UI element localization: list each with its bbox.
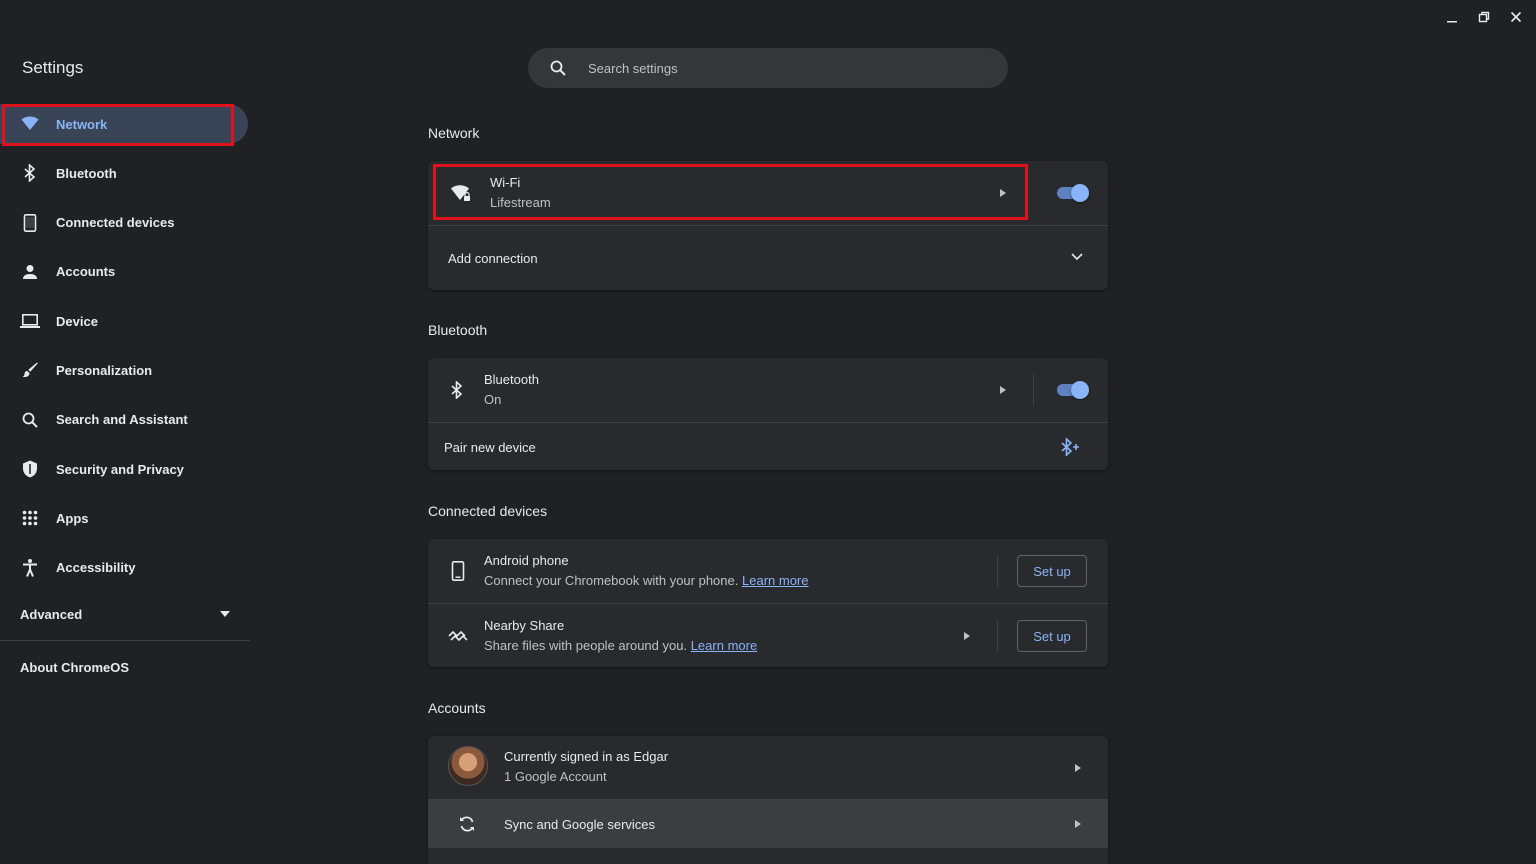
sync-label: Sync and Google services [504, 817, 656, 832]
sidebar-item-label: Personalization [56, 362, 153, 378]
window-controls [1438, 6, 1530, 28]
sidebar-item-label: Apps [56, 510, 89, 526]
vertical-separator [1033, 374, 1034, 406]
android-phone-description: Connect your Chromebook with your phone. [484, 573, 739, 588]
nearby-share-row[interactable]: Nearby Share Share files with people aro… [428, 603, 1108, 667]
section-title-bluetooth: Bluetooth [428, 322, 488, 338]
brush-icon [20, 360, 40, 380]
chevron-right-icon[interactable] [995, 382, 1011, 398]
chevron-right-icon[interactable] [1070, 760, 1086, 776]
shield-icon [20, 459, 40, 479]
phone-icon [20, 213, 40, 233]
sidebar-item-apps[interactable]: Apps [0, 498, 248, 538]
nearby-setup-button[interactable]: Set up [1017, 620, 1087, 652]
wifi-icon [20, 114, 40, 134]
vertical-separator [997, 620, 998, 652]
pair-new-device-row[interactable]: Pair new device [428, 422, 1108, 470]
advanced-toggle[interactable]: Advanced [0, 600, 248, 628]
sidebar-item-label: Accessibility [56, 560, 136, 576]
sidebar-item-label: Device [56, 313, 98, 329]
sync-icon [458, 815, 476, 833]
chevron-right-icon[interactable] [995, 185, 1011, 201]
search-icon [550, 60, 566, 76]
person-icon [20, 262, 40, 282]
apps-grid-icon [20, 508, 40, 528]
about-chromeos-link[interactable]: About ChromeOS [20, 660, 129, 675]
sidebar-item-label: Accounts [56, 264, 116, 280]
nearby-share-icon [448, 629, 468, 643]
wifi-toggle[interactable] [1055, 183, 1089, 203]
bluetooth-card: Bluetooth On Pair new device [428, 358, 1108, 470]
bluetooth-add-icon[interactable] [1060, 438, 1080, 456]
wifi-network-name: Lifestream [490, 195, 551, 210]
section-title-connected-devices: Connected devices [428, 503, 548, 519]
accessibility-icon [20, 558, 40, 578]
sidebar-item-label: Security and Privacy [56, 461, 184, 477]
sidebar-item-device[interactable]: Device [0, 301, 248, 341]
sidebar-item-label: Connected devices [56, 215, 175, 231]
connected-devices-card: Android phone Connect your Chromebook wi… [428, 539, 1108, 667]
close-icon[interactable] [1502, 6, 1530, 28]
sidebar: Network Bluetooth Connected devices Acco… [0, 104, 250, 597]
android-phone-label: Android phone [484, 553, 569, 568]
phone-icon [451, 561, 465, 581]
signed-in-row[interactable]: Currently signed in as Edgar 1 Google Ac… [428, 736, 1108, 799]
sidebar-item-label: Bluetooth [56, 165, 117, 181]
bluetooth-icon [450, 381, 464, 399]
sidebar-item-accessibility[interactable]: Accessibility [0, 548, 248, 588]
chevron-down-icon [1071, 253, 1083, 261]
account-count: 1 Google Account [504, 769, 607, 784]
bluetooth-icon [20, 163, 40, 183]
chevron-right-icon[interactable] [1070, 816, 1086, 832]
signed-in-label: Currently signed in as Edgar [504, 749, 669, 764]
sidebar-item-connected-devices[interactable]: Connected devices [0, 203, 248, 243]
sidebar-item-bluetooth[interactable]: Bluetooth [0, 153, 248, 193]
wifi-lock-icon [446, 183, 476, 203]
sidebar-item-personalization[interactable]: Personalization [0, 350, 248, 390]
android-phone-row: Android phone Connect your Chromebook wi… [428, 539, 1108, 603]
vertical-separator [997, 555, 998, 587]
wifi-row[interactable]: Wi-Fi Lifestream [428, 161, 1108, 225]
wifi-label: Wi-Fi [490, 175, 521, 190]
section-title-accounts: Accounts [428, 700, 486, 716]
nearby-share-description: Share files with people around you. [484, 638, 688, 653]
nearby-share-label: Nearby Share [484, 618, 565, 633]
section-title-network: Network [428, 125, 480, 141]
sidebar-item-security-and-privacy[interactable]: Security and Privacy [0, 449, 248, 489]
chevron-right-icon[interactable] [959, 628, 975, 644]
bluetooth-status: On [484, 392, 502, 407]
sidebar-item-label: Search and Assistant [56, 412, 188, 428]
pair-new-device-label: Pair new device [444, 440, 536, 455]
search-bar[interactable] [528, 48, 1008, 88]
sidebar-item-search-and-assistant[interactable]: Search and Assistant [0, 400, 248, 440]
sidebar-item-network[interactable]: Network [0, 104, 248, 144]
restore-icon[interactable] [1470, 6, 1498, 28]
bluetooth-row[interactable]: Bluetooth On [428, 358, 1108, 422]
add-connection-row[interactable]: Add connection [428, 225, 1108, 290]
advanced-label: Advanced [20, 606, 83, 622]
learn-more-link[interactable]: Learn more [691, 638, 757, 653]
learn-more-link[interactable]: Learn more [742, 573, 808, 588]
accounts-card: Currently signed in as Edgar 1 Google Ac… [428, 736, 1108, 864]
app-title: Settings [22, 58, 84, 77]
avatar [448, 746, 488, 786]
laptop-icon [20, 311, 40, 331]
search-icon [20, 410, 40, 430]
sync-row[interactable]: Sync and Google services [428, 799, 1108, 848]
bluetooth-label: Bluetooth [484, 372, 539, 387]
add-connection-label: Add connection [448, 251, 538, 266]
minimize-icon[interactable] [1438, 6, 1466, 28]
sidebar-item-label: Network [56, 116, 108, 132]
android-setup-button[interactable]: Set up [1017, 555, 1087, 587]
sidebar-item-accounts[interactable]: Accounts [0, 252, 248, 292]
bluetooth-toggle[interactable] [1055, 380, 1089, 400]
network-card: Wi-Fi Lifestream Add connection [428, 161, 1108, 290]
sidebar-divider [0, 640, 250, 641]
caret-down-icon [220, 611, 230, 617]
search-input[interactable] [588, 60, 968, 76]
